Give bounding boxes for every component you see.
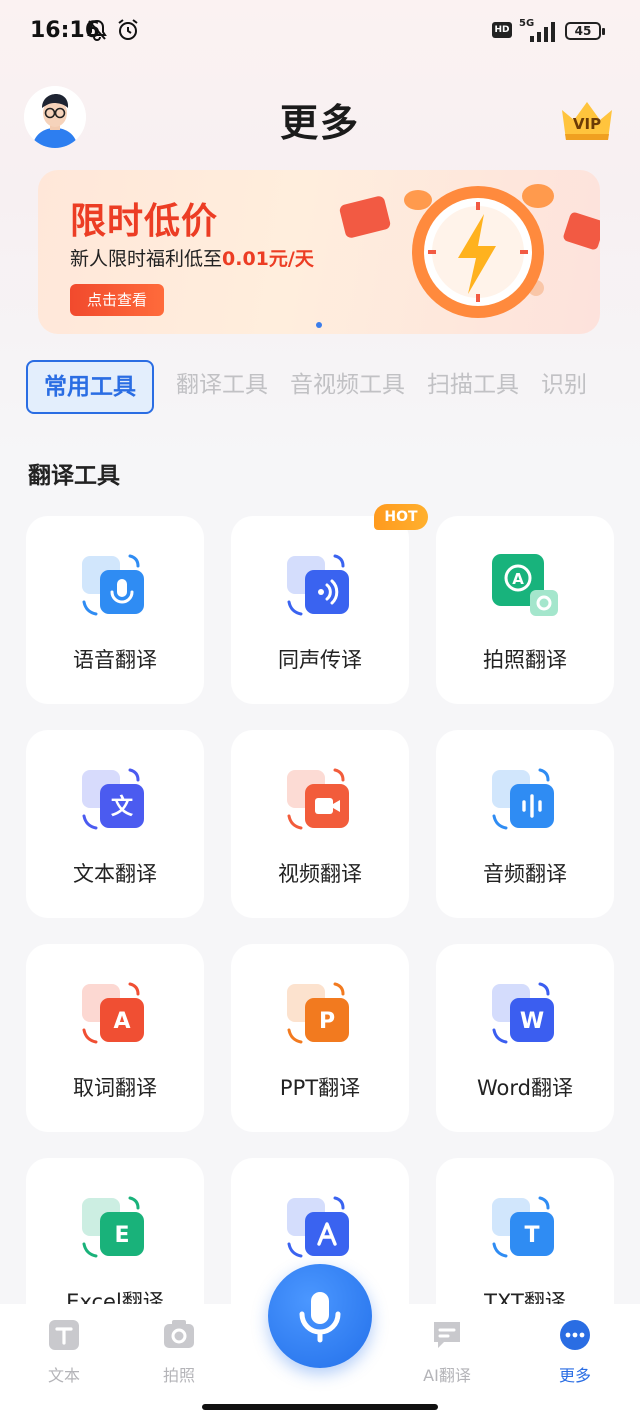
tab-common-tools[interactable]: 常用工具 (26, 360, 154, 414)
tool-card-label: 音频翻译 (483, 862, 567, 886)
video-translate-icon (287, 768, 349, 830)
text-icon (49, 1320, 79, 1350)
tab-audio-video-tools[interactable]: 音视频工具 (290, 360, 405, 414)
word-capture-translate-icon: A (82, 982, 144, 1044)
tool-card-label: PPT翻译 (279, 1076, 361, 1100)
alarm-clock-illustration-icon (339, 184, 600, 318)
nav-camera[interactable]: 拍照 (139, 1318, 219, 1386)
signal-icon (530, 22, 555, 42)
nav-camera-label: 拍照 (162, 1366, 195, 1385)
nav-ai-translate-label: AI翻译 (423, 1366, 471, 1385)
camera-icon (164, 1320, 194, 1348)
svg-text:T: T (524, 1223, 539, 1248)
tab-recognition-tools[interactable]: 识别 (541, 360, 587, 414)
tool-card[interactable]: A 取词翻译 (26, 944, 204, 1132)
tab-translate-tools[interactable]: 翻译工具 (176, 360, 268, 414)
tool-card[interactable]: W Word翻译 (436, 944, 614, 1132)
banner-subtitle: 新人限时福利低至0.01元/天 (70, 244, 314, 271)
ppt-translate-icon: P (287, 982, 349, 1044)
text-translate-icon: 文 (82, 768, 144, 830)
audio-translate-icon (492, 768, 554, 830)
alarm-icon (118, 19, 138, 40)
tool-card-label: 视频翻译 (278, 862, 362, 886)
excel-translate-icon: E (82, 1196, 144, 1258)
tool-card-label: 取词翻译 (73, 1076, 157, 1100)
tool-card[interactable]: A 拍照翻译 (436, 516, 614, 704)
tool-card-label: 拍照翻译 (483, 648, 567, 672)
tool-card[interactable]: 视频翻译 (231, 730, 409, 918)
tool-card-label: 文本翻译 (73, 862, 157, 886)
tab-scan-tools[interactable]: 扫描工具 (427, 360, 519, 414)
nav-more-label: 更多 (558, 1366, 591, 1385)
tool-card[interactable]: P PPT翻译 (231, 944, 409, 1132)
svg-text:A: A (113, 1009, 130, 1034)
battery-indicator: 45 (565, 22, 605, 40)
svg-text:E: E (114, 1223, 129, 1248)
banner-subtitle-text: 新人限时福利低至 (70, 248, 223, 270)
status-bar: 16:16 HD 5G 45 (0, 0, 640, 64)
banner-pager-dot (316, 322, 322, 328)
txt-translate-icon: T (492, 1196, 554, 1258)
tool-card[interactable]: 音频翻译 (436, 730, 614, 918)
page-title: 更多 (279, 101, 360, 145)
home-indicator (202, 1404, 438, 1410)
promo-banner[interactable]: 限时低价 新人限时福利低至0.01元/天 点击查看 (38, 170, 600, 334)
tool-card-label: Word翻译 (477, 1076, 573, 1100)
tool-card[interactable]: 同声传译 (231, 516, 409, 704)
more-icon (560, 1320, 590, 1350)
hd-badge: HD (492, 22, 512, 38)
banner-price: 0.01元/天 (222, 248, 314, 270)
mute-bell-icon (87, 19, 107, 41)
voice-translate-fab[interactable] (268, 1264, 372, 1368)
simultaneous-interpretation-icon (287, 554, 349, 616)
svg-text:文: 文 (111, 794, 134, 820)
tool-card-label: 同声传译 (278, 648, 362, 672)
vip-label: VIP (572, 115, 602, 133)
pdf-translate-icon (287, 1196, 349, 1258)
microphone-icon (299, 1292, 341, 1343)
nav-text[interactable]: 文本 (24, 1318, 104, 1386)
nav-ai-translate[interactable]: AI翻译 (407, 1318, 487, 1386)
tool-card-label: 语音翻译 (73, 648, 157, 672)
banner-view-button[interactable]: 点击查看 (70, 284, 164, 316)
tool-card[interactable]: 文文本翻译 (26, 730, 204, 918)
svg-text:W: W (520, 1009, 544, 1034)
ai-translate-icon (434, 1322, 460, 1348)
hot-badge: HOT (374, 504, 428, 530)
voice-translate-icon (82, 554, 144, 616)
tool-tabs: 常用工具 翻译工具 音视频工具 扫描工具 识别 (26, 360, 640, 414)
svg-text:P: P (319, 1009, 335, 1034)
vip-button[interactable]: VIP (558, 98, 616, 144)
nav-text-label: 文本 (47, 1366, 80, 1385)
banner-title: 限时低价 (70, 201, 219, 242)
nav-more[interactable]: 更多 (535, 1318, 615, 1386)
photo-translate-icon: A (492, 554, 558, 616)
tool-card[interactable]: 语音翻译 (26, 516, 204, 704)
section-title: 翻译工具 (28, 463, 120, 489)
svg-text:A: A (512, 570, 524, 588)
word-translate-icon: W (492, 982, 554, 1044)
